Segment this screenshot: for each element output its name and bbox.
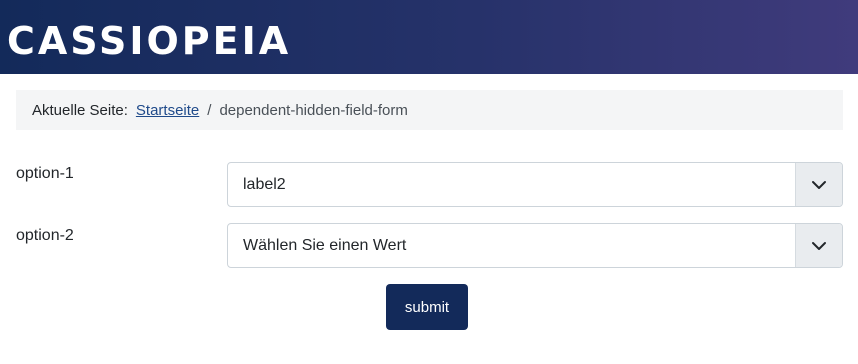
submit-button[interactable]: submit (386, 284, 468, 330)
breadcrumb-current: dependent-hidden-field-form (219, 101, 408, 119)
chevron-down-icon (812, 241, 826, 250)
site-header: CASSIOPEIA (0, 0, 858, 74)
option-1-selected-value: label2 (243, 176, 286, 193)
breadcrumb-separator: / (207, 101, 212, 119)
site-logo[interactable]: CASSIOPEIA (7, 18, 291, 64)
option-2-selected-value: Wählen Sie einen Wert (243, 237, 407, 254)
option-1-select[interactable]: label2 (227, 162, 843, 207)
option-2-dropdown-toggle[interactable] (795, 224, 842, 267)
breadcrumb-home-link[interactable]: Startseite (136, 102, 199, 119)
option-2-label: option-2 (16, 227, 74, 244)
chevron-down-icon (812, 180, 826, 189)
option-2-select[interactable]: Wählen Sie einen Wert (227, 223, 843, 268)
breadcrumb-prefix: Aktuelle Seite: (32, 101, 128, 119)
breadcrumb: Aktuelle Seite: Startseite / dependent-h… (16, 90, 843, 130)
option-1-dropdown-toggle[interactable] (795, 163, 842, 206)
option-1-label: option-1 (16, 165, 74, 182)
